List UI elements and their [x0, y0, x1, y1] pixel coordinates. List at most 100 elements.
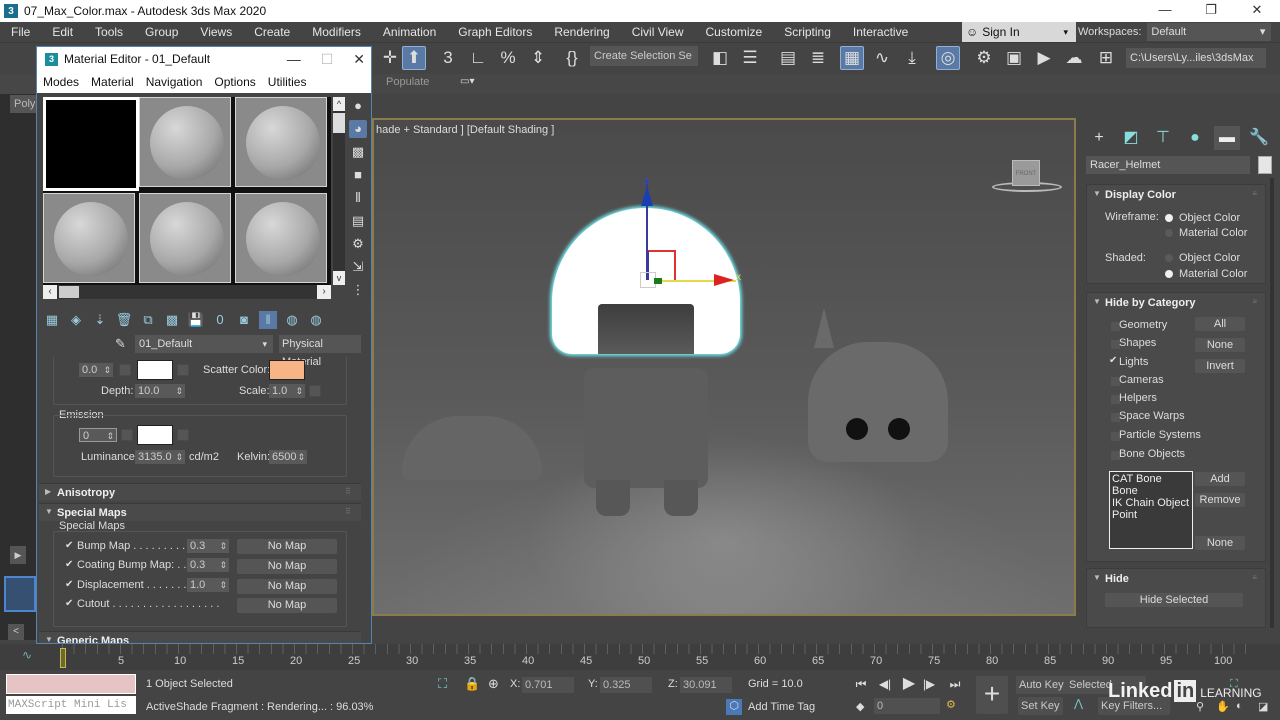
selection-lock-icon[interactable]: 🔒 — [464, 676, 480, 692]
viewport-layout-button[interactable] — [4, 576, 36, 612]
coating-bump-map-button[interactable]: No Map — [237, 559, 337, 574]
scroll-up-icon[interactable]: ^ — [333, 97, 345, 111]
menu-views[interactable]: Views — [189, 22, 243, 42]
rollout-special-maps[interactable]: ▼ Special Maps ⠿ — [39, 503, 361, 521]
hide-all-button[interactable]: All — [1195, 317, 1245, 331]
rollout-title[interactable]: Display Color — [1105, 189, 1176, 201]
bump-map-button[interactable]: No Map — [237, 539, 337, 554]
viewport-label[interactable]: hade + Standard ] [Default Shading ] — [376, 124, 554, 136]
workspaces-dropdown[interactable]: Default — [1147, 23, 1272, 41]
rollout-title[interactable]: Hide — [1105, 573, 1129, 585]
robot-leg-left[interactable] — [596, 480, 630, 516]
sample-type-icon[interactable]: ● — [349, 97, 367, 115]
scatter-base-color-swatch[interactable] — [137, 360, 173, 380]
maximize-viewport-icon[interactable]: ◪ — [1258, 700, 1268, 713]
reset-map-icon[interactable]: 🗑 — [115, 311, 133, 329]
sample-uv-tiling-icon[interactable]: ■ — [349, 166, 367, 184]
time-slider-handle[interactable] — [60, 648, 66, 668]
depth-spinner[interactable]: 10.0 — [135, 384, 185, 398]
eyedropper-icon[interactable]: ✎ — [115, 336, 126, 352]
material-name-field[interactable]: 01_Default — [135, 335, 273, 353]
wireframe-material-color-radio[interactable] — [1165, 229, 1173, 237]
background-icon[interactable]: ▩ — [349, 143, 367, 161]
time-tag-icon[interactable]: ⬡ — [726, 699, 742, 715]
maximize-button[interactable]: ☐ — [321, 47, 334, 71]
close-button[interactable]: ✕ — [353, 47, 365, 71]
zoom-icon[interactable]: ⚲ — [1196, 700, 1204, 713]
bone-types-list[interactable]: CAT Bone Bone IK Chain Object Point — [1109, 471, 1193, 549]
select-by-material-icon[interactable]: ⇲ — [349, 258, 367, 276]
cutout-map-button[interactable]: No Map — [237, 598, 337, 613]
save-to-library-icon[interactable]: 💾 — [187, 311, 205, 329]
sign-in-dropdown[interactable]: ☺ Sign In ▾ — [962, 22, 1076, 42]
scroll-left-icon[interactable]: ‹ — [43, 285, 57, 299]
material-map-navigator-icon[interactable]: ⋮ — [349, 281, 367, 299]
scale-map-button[interactable] — [309, 385, 321, 397]
menu-scripting[interactable]: Scripting — [773, 22, 842, 42]
time-configuration-icon[interactable]: ⚙ — [946, 698, 956, 711]
select-object-icon[interactable]: ⬆ — [402, 46, 426, 70]
robot-body-object[interactable] — [584, 368, 708, 488]
default-in-out-tangents-icon[interactable]: ⋀ — [1074, 697, 1083, 710]
drag-grip-icon[interactable]: ⠿ — [345, 487, 351, 496]
material-type-button[interactable]: Physical Material — [279, 335, 361, 368]
expand-layout-button[interactable]: ▶ — [10, 546, 26, 564]
list-item[interactable]: Point — [1112, 509, 1190, 521]
menu-modes[interactable]: Modes — [37, 75, 85, 89]
scroll-thumb[interactable] — [333, 113, 345, 133]
restore-button[interactable]: ❐ — [1188, 0, 1234, 22]
isolate-selection-icon[interactable]: ⛶ — [438, 676, 447, 692]
key-mode-toggle-icon[interactable]: ◆ — [856, 700, 864, 713]
scroll-right-icon[interactable]: › — [317, 285, 331, 299]
named-selection-set-dropdown[interactable]: Create Selection Se — [590, 46, 698, 66]
a360-gallery-icon[interactable]: ⊞ — [1094, 46, 1118, 70]
show-shaded-material-icon[interactable]: ◙ — [235, 311, 253, 329]
menu-graph-editors[interactable]: Graph Editors — [447, 22, 543, 42]
collapse-icon[interactable]: ▼ — [1093, 297, 1101, 306]
perspective-viewport[interactable]: hade + Standard ] [Default Shading ] z x… — [372, 118, 1076, 616]
curve-editor-icon[interactable]: ∿ — [870, 46, 894, 70]
project-folder-dropdown[interactable]: C:\Users\Ly...iles\3dsMax — [1126, 48, 1266, 68]
go-to-start-icon[interactable]: ⏮ — [852, 676, 870, 692]
video-color-check-icon[interactable]: ⦀ — [349, 189, 367, 207]
scale-spinner[interactable]: 1.0 — [269, 384, 305, 398]
collapse-icon[interactable]: ▼ — [1093, 189, 1101, 198]
menu-tools[interactable]: Tools — [84, 22, 134, 42]
gizmo-x-arrow-icon[interactable] — [714, 274, 734, 286]
luminance-spinner[interactable]: 3135.0 — [135, 450, 185, 464]
kelvin-spinner[interactable]: 6500 — [269, 450, 307, 464]
add-button[interactable]: Add — [1195, 472, 1245, 486]
displacement-checkbox[interactable]: ✔ — [65, 579, 73, 590]
shaded-material-color-radio[interactable] — [1165, 270, 1173, 278]
create-icon[interactable]: + — [1086, 126, 1112, 150]
menu-file[interactable]: File — [0, 22, 41, 42]
dope-sheet-icon[interactable]: ⤓ — [900, 46, 924, 70]
material-editor-title-bar[interactable]: 3 Material Editor - 01_Default — ☐ ✕ — [37, 47, 371, 71]
list-none-button[interactable]: None — [1195, 536, 1245, 550]
sample-slot-2[interactable] — [139, 97, 231, 187]
material-id-channel-icon[interactable]: 0 — [211, 311, 229, 329]
scatter-weight-map-button[interactable] — [119, 364, 131, 376]
displacement-map-button[interactable]: No Map — [237, 579, 337, 594]
bat-mask-object[interactable] — [808, 308, 948, 462]
object-color-swatch[interactable] — [1258, 156, 1272, 174]
list-item[interactable]: CAT Bone — [1112, 473, 1190, 485]
gizmo-z-arrow-icon[interactable] — [641, 186, 653, 206]
render-production-icon[interactable]: ▶ — [1032, 46, 1056, 70]
emission-weight-spinner[interactable]: 0 — [79, 428, 117, 443]
hide-selected-button[interactable]: Hide Selected — [1105, 593, 1243, 607]
put-to-library-icon[interactable]: ▩ — [163, 311, 181, 329]
bump-map-amount-spinner[interactable]: 0.3 — [187, 539, 229, 553]
motion-icon[interactable]: ● — [1182, 126, 1208, 150]
material-editor-icon[interactable]: ◎ — [936, 46, 960, 70]
percent-snap-icon[interactable]: % — [496, 46, 520, 70]
viewcube[interactable]: FRONT — [1012, 160, 1040, 186]
angle-snap-icon[interactable]: ∟ — [466, 46, 490, 70]
maxscript-listener-output[interactable] — [6, 674, 136, 694]
modify-icon[interactable]: ◩ — [1118, 126, 1144, 150]
emission-color-map-button[interactable] — [177, 429, 189, 441]
options-icon[interactable]: ⚙ — [349, 235, 367, 253]
go-to-end-icon[interactable]: ⏭ — [946, 676, 964, 692]
set-key-button[interactable]: Set Key — [1018, 697, 1063, 715]
show-end-result-icon[interactable]: ‖ — [259, 311, 277, 329]
